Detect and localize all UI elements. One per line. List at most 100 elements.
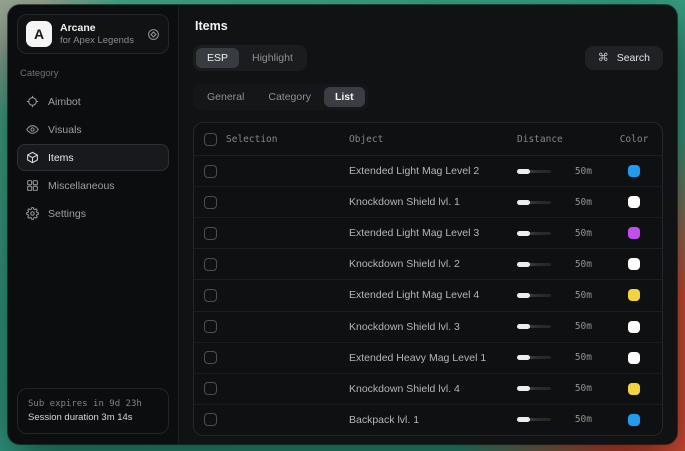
object-name: Extended Light Mag Level 4 bbox=[349, 289, 517, 301]
color-swatch[interactable] bbox=[628, 352, 640, 364]
tab-general[interactable]: General bbox=[196, 87, 255, 107]
object-name: Extended Heavy Mag Level 1 bbox=[349, 352, 517, 364]
color-swatch[interactable] bbox=[628, 321, 640, 333]
distance-slider[interactable] bbox=[517, 258, 551, 270]
tab-esp[interactable]: ESP bbox=[196, 48, 239, 68]
grid-icon bbox=[26, 179, 39, 192]
view-tabs: General Category List bbox=[193, 84, 368, 110]
object-name: Knockdown Shield lvl. 4 bbox=[349, 383, 517, 395]
session-duration-text: Session duration 3m 14s bbox=[28, 411, 158, 425]
tab-list[interactable]: List bbox=[324, 87, 365, 107]
slider-thumb[interactable] bbox=[517, 262, 530, 267]
distance-value: 50m bbox=[564, 383, 592, 394]
sidebar-item-aimbot[interactable]: Aimbot bbox=[17, 88, 169, 115]
sidebar-item-label: Items bbox=[48, 152, 74, 164]
slider-thumb[interactable] bbox=[517, 200, 530, 205]
row-checkbox[interactable] bbox=[204, 382, 217, 395]
box-icon bbox=[26, 151, 39, 164]
slider-thumb[interactable] bbox=[517, 293, 530, 298]
slider-thumb[interactable] bbox=[517, 386, 530, 391]
main-panel: Items ESP Highlight ⌘ Search General Cat… bbox=[179, 5, 677, 444]
table-row: Knockdown Shield lvl. 4 50m bbox=[194, 373, 662, 404]
slider-thumb[interactable] bbox=[517, 231, 530, 236]
sidebar-item-items[interactable]: Items bbox=[17, 144, 169, 171]
distance-slider[interactable] bbox=[517, 352, 551, 364]
row-checkbox[interactable] bbox=[204, 351, 217, 364]
distance-value: 50m bbox=[564, 228, 592, 239]
object-name: Extended Light Mag Level 2 bbox=[349, 165, 517, 177]
tab-category[interactable]: Category bbox=[257, 87, 322, 107]
distance-slider[interactable] bbox=[517, 165, 551, 177]
row-checkbox[interactable] bbox=[204, 196, 217, 209]
color-swatch[interactable] bbox=[628, 289, 640, 301]
select-all-checkbox[interactable] bbox=[204, 133, 217, 146]
brand-title: Arcane bbox=[60, 22, 139, 35]
brand-subtitle: for Apex Legends bbox=[60, 35, 139, 47]
color-swatch[interactable] bbox=[628, 258, 640, 270]
table-row: Extended Light Mag Level 2 50m bbox=[194, 156, 662, 186]
color-swatch[interactable] bbox=[628, 196, 640, 208]
table-row: Knockdown Shield lvl. 3 50m bbox=[194, 311, 662, 342]
brand-card: A Arcane for Apex Legends bbox=[17, 14, 169, 54]
slider-thumb[interactable] bbox=[517, 355, 530, 360]
search-button[interactable]: ⌘ Search bbox=[585, 46, 663, 70]
distance-value: 50m bbox=[564, 290, 592, 301]
sidebar-section-label: Category bbox=[20, 68, 169, 79]
color-swatch[interactable] bbox=[628, 165, 640, 177]
table-row: Extended Light Mag Level 3 50m bbox=[194, 217, 662, 248]
distance-slider[interactable] bbox=[517, 321, 551, 333]
object-name: Knockdown Shield lvl. 2 bbox=[349, 258, 517, 270]
distance-value: 50m bbox=[564, 166, 592, 177]
distance-slider[interactable] bbox=[517, 227, 551, 239]
sidebar-nav: Aimbot Visuals Items Miscellaneous Setti… bbox=[17, 88, 169, 227]
row-checkbox[interactable] bbox=[204, 289, 217, 302]
slider-thumb[interactable] bbox=[517, 417, 530, 422]
table-header: Selection Object Distance Color bbox=[194, 123, 662, 156]
row-checkbox[interactable] bbox=[204, 258, 217, 271]
sidebar-item-label: Settings bbox=[48, 208, 86, 220]
tab-highlight[interactable]: Highlight bbox=[241, 48, 304, 68]
row-checkbox[interactable] bbox=[204, 227, 217, 240]
table-row: Knockdown Shield lvl. 2 50m bbox=[194, 248, 662, 279]
distance-value: 50m bbox=[564, 259, 592, 270]
color-swatch[interactable] bbox=[628, 227, 640, 239]
row-checkbox[interactable] bbox=[204, 413, 217, 426]
crosshair-icon bbox=[26, 95, 39, 108]
table-body: Extended Light Mag Level 2 50m Knockdown… bbox=[194, 156, 662, 435]
color-swatch[interactable] bbox=[628, 414, 640, 426]
color-swatch[interactable] bbox=[628, 383, 640, 395]
sidebar-item-label: Aimbot bbox=[48, 96, 81, 108]
object-name: Knockdown Shield lvl. 1 bbox=[349, 196, 517, 208]
sidebar-item-settings[interactable]: Settings bbox=[17, 200, 169, 227]
column-header-object: Object bbox=[349, 134, 517, 145]
sidebar-item-visuals[interactable]: Visuals bbox=[17, 116, 169, 143]
distance-value: 50m bbox=[564, 352, 592, 363]
distance-value: 50m bbox=[564, 414, 592, 425]
sidebar-item-miscellaneous[interactable]: Miscellaneous bbox=[17, 172, 169, 199]
items-table: Selection Object Distance Color Extended… bbox=[193, 122, 663, 436]
session-info-card: Sub expires in 9d 23h Session duration 3… bbox=[17, 388, 169, 434]
row-checkbox[interactable] bbox=[204, 165, 217, 178]
object-name: Extended Light Mag Level 3 bbox=[349, 227, 517, 239]
slider-thumb[interactable] bbox=[517, 324, 530, 329]
table-row: Extended Light Mag Level 4 50m bbox=[194, 279, 662, 310]
column-header-selection: Selection bbox=[226, 134, 277, 145]
brand-logo: A bbox=[26, 21, 52, 47]
slider-thumb[interactable] bbox=[517, 169, 530, 174]
object-name: Knockdown Shield lvl. 3 bbox=[349, 321, 517, 333]
sidebar-item-label: Miscellaneous bbox=[48, 180, 115, 192]
table-row: Backpack lvl. 1 50m bbox=[194, 404, 662, 435]
command-key-icon: ⌘ bbox=[598, 53, 609, 64]
distance-slider[interactable] bbox=[517, 196, 551, 208]
sidebar-item-label: Visuals bbox=[48, 124, 82, 136]
distance-slider[interactable] bbox=[517, 289, 551, 301]
table-row: Extended Heavy Mag Level 1 50m bbox=[194, 342, 662, 373]
mode-tabs: ESP Highlight bbox=[193, 45, 307, 71]
eye-icon bbox=[26, 123, 39, 136]
sub-expiry-text: Sub expires in 9d 23h bbox=[28, 397, 158, 411]
row-checkbox[interactable] bbox=[204, 320, 217, 333]
distance-slider[interactable] bbox=[517, 414, 551, 426]
table-row: Knockdown Shield lvl. 1 50m bbox=[194, 186, 662, 217]
distance-slider[interactable] bbox=[517, 383, 551, 395]
column-header-distance: Distance bbox=[517, 134, 606, 145]
